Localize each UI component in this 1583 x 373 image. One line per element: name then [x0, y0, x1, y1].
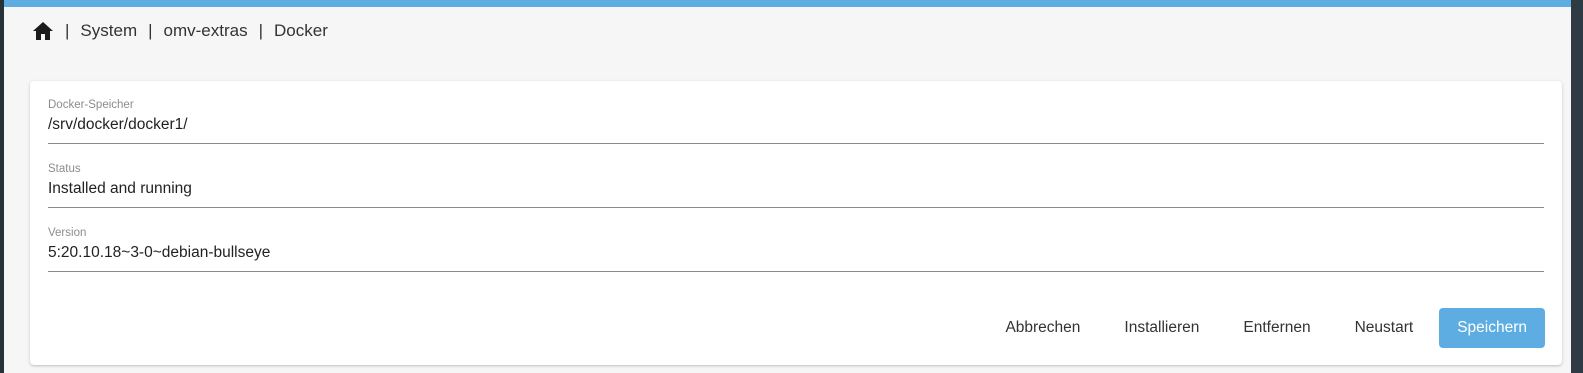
- status-label: Status: [48, 163, 81, 175]
- docker-settings-card: Docker-Speicher /srv/docker/docker1/ Sta…: [30, 81, 1562, 365]
- breadcrumb-separator: |: [258, 21, 264, 40]
- top-accent-bar: [4, 0, 1571, 7]
- breadcrumb-separator: |: [148, 21, 153, 40]
- save-button[interactable]: Speichern: [1439, 308, 1545, 348]
- left-edge: [0, 0, 4, 373]
- version-field: Version 5:20.10.18~3-0~debian-bullseye: [48, 227, 1544, 272]
- home-icon[interactable]: [32, 21, 54, 41]
- restart-button[interactable]: Neustart: [1333, 308, 1436, 348]
- cancel-button[interactable]: Abbrechen: [983, 308, 1102, 348]
- version-value: 5:20.10.18~3-0~debian-bullseye: [48, 244, 271, 261]
- install-button[interactable]: Installieren: [1102, 308, 1221, 348]
- breadcrumb-item-system[interactable]: System: [80, 21, 137, 41]
- docker-storage-label: Docker-Speicher: [48, 99, 134, 111]
- right-edge: [1571, 0, 1583, 373]
- breadcrumb-item-omv-extras[interactable]: omv-extras: [164, 21, 248, 41]
- status-value: Installed and running: [48, 180, 192, 197]
- docker-storage-field[interactable]: Docker-Speicher /srv/docker/docker1/: [48, 99, 1544, 144]
- remove-button[interactable]: Entfernen: [1221, 308, 1332, 348]
- breadcrumb-item-docker: Docker: [274, 21, 328, 40]
- status-field: Status Installed and running: [48, 163, 1544, 208]
- breadcrumb: | System | omv-extras | Docker: [32, 18, 328, 44]
- version-label: Version: [48, 227, 87, 239]
- docker-storage-value[interactable]: /srv/docker/docker1/: [48, 116, 188, 134]
- breadcrumb-separator: |: [65, 21, 70, 40]
- action-bar: Abbrechen Installieren Entfernen Neustar…: [983, 308, 1545, 348]
